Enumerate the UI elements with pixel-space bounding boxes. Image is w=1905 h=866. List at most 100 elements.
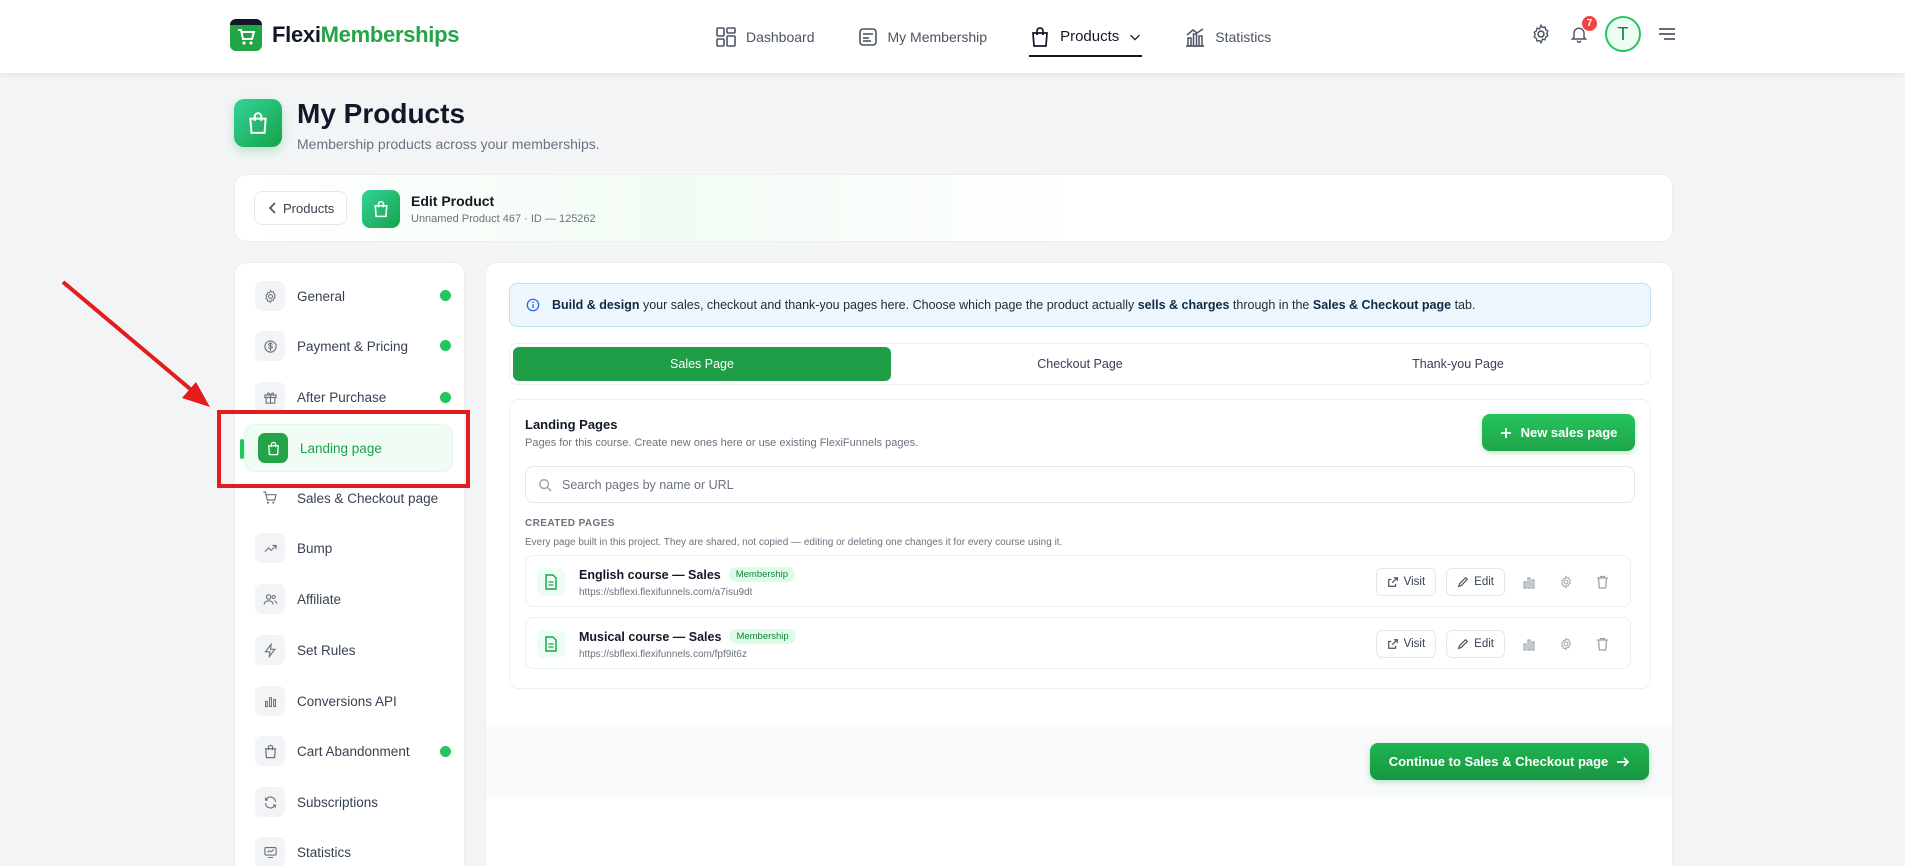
delete-button[interactable]: [1589, 630, 1616, 658]
complete-check-icon: [440, 290, 451, 301]
gear-icon: [255, 281, 285, 311]
nav-statistics-label: Statistics: [1215, 28, 1272, 45]
edit-button[interactable]: Edit: [1446, 630, 1505, 658]
complete-check-icon: [440, 340, 451, 351]
back-button-label: Products: [283, 200, 335, 216]
monitor-icon: [255, 837, 285, 866]
top-right-actions: 7 T: [1529, 16, 1679, 52]
new-sales-page-button[interactable]: New sales page: [1482, 414, 1635, 451]
trend-up-icon: [255, 533, 285, 563]
bar-chart-icon: [1522, 639, 1535, 651]
sidebar-item-general[interactable]: General: [255, 277, 471, 315]
back-to-products-button[interactable]: Products: [254, 191, 348, 225]
trash-icon: [1597, 637, 1608, 651]
page-subtitle: Membership products across your membersh…: [297, 136, 600, 152]
nav-my-membership[interactable]: My Membership: [857, 19, 988, 55]
tab-thank-you-page[interactable]: Thank-you Page: [1269, 347, 1647, 381]
external-link-icon: [1387, 639, 1398, 649]
shopping-bag-icon: [1032, 26, 1049, 47]
row-actions: Visit Edit: [1375, 630, 1616, 658]
chevron-down-icon: [1130, 34, 1141, 40]
search-input[interactable]: [562, 477, 1462, 492]
sidebar-item-label: Affiliate: [297, 591, 342, 607]
sidebar-item-label: Set Rules: [297, 642, 356, 658]
stats-button[interactable]: [1515, 630, 1542, 658]
landing-page-panel: Build & design your sales, checkout and …: [485, 262, 1673, 866]
sidebar-item-statistics[interactable]: Statistics: [255, 833, 471, 866]
tab-checkout-page[interactable]: Checkout Page: [891, 347, 1269, 381]
complete-check-icon: [440, 746, 451, 757]
nav-statistics[interactable]: Statistics: [1184, 19, 1271, 55]
plus-icon: [1500, 427, 1511, 438]
nav-dashboard[interactable]: Dashboard: [715, 19, 815, 55]
continue-button[interactable]: Continue to Sales & Checkout page: [1370, 743, 1649, 780]
gift-icon: [255, 382, 285, 412]
notifications-button[interactable]: 7: [1567, 16, 1597, 46]
user-avatar[interactable]: T: [1605, 16, 1641, 52]
bar-chart-icon: [1522, 577, 1535, 589]
sidebar-item-set-rules[interactable]: Set Rules: [255, 631, 471, 669]
shopping-bag-icon: [234, 99, 282, 147]
external-link-icon: [1387, 577, 1398, 587]
sidebar-item-cart-abandonment[interactable]: Cart Abandonment: [255, 732, 471, 770]
document-icon: [537, 568, 565, 596]
sidebar-item-label: Bump: [297, 540, 333, 556]
visit-button[interactable]: Visit: [1375, 568, 1437, 596]
nav-products[interactable]: Products: [1029, 19, 1143, 57]
sidebar-item-payment-pricing[interactable]: Payment & Pricing: [255, 327, 471, 365]
visit-button[interactable]: Visit: [1375, 630, 1437, 658]
hamburger-menu-icon: [1659, 28, 1675, 40]
edit-button[interactable]: Edit: [1446, 568, 1505, 596]
membership-badge: Membership: [729, 629, 796, 644]
info-banner-text: Build & design your sales, checkout and …: [552, 298, 1476, 312]
page-header: My Products Membership products across y…: [234, 99, 600, 152]
sidebar-item-bump[interactable]: Bump: [255, 529, 471, 567]
info-banner: Build & design your sales, checkout and …: [509, 283, 1651, 327]
product-settings-sidebar: General Payment & Pricing After Purchase…: [234, 262, 465, 866]
dollar-icon: [255, 331, 285, 361]
menu-button[interactable]: [1655, 22, 1679, 46]
continue-button-label: Continue to Sales & Checkout page: [1388, 754, 1609, 769]
page-url[interactable]: https://sbflexi.flexifunnels.com/fpf9it6…: [579, 649, 747, 660]
search-box: [525, 466, 1635, 503]
edit-product-title: Edit Product: [411, 193, 495, 209]
main-nav: Dashboard My Membership Products Statist…: [715, 0, 1313, 73]
users-icon: [255, 584, 285, 614]
complete-check-icon: [440, 392, 451, 403]
sidebar-item-label: Conversions API: [297, 693, 397, 709]
product-meta: Unnamed Product 467 · ID — 125262: [411, 213, 596, 225]
nav-products-label: Products: [1060, 28, 1120, 45]
sidebar-item-affiliate[interactable]: Affiliate: [255, 580, 471, 618]
sidebar-item-label: Statistics: [297, 844, 352, 860]
gear-icon: [1560, 575, 1571, 589]
landing-pages-subtitle: Pages for this course. Create new ones h…: [525, 437, 919, 449]
tab-sales-page[interactable]: Sales Page: [513, 347, 891, 381]
search-icon: [539, 478, 552, 492]
gear-icon: [1560, 637, 1571, 651]
delete-button[interactable]: [1589, 568, 1616, 596]
refresh-icon: [255, 787, 285, 817]
membership-badge: Membership: [728, 567, 795, 582]
settings-button[interactable]: [1529, 22, 1553, 46]
new-sales-page-label: New sales page: [1520, 425, 1618, 440]
nav-my-membership-label: My Membership: [887, 28, 988, 45]
page-title: My Products: [297, 98, 466, 129]
sidebar-item-subscriptions[interactable]: Subscriptions: [255, 783, 471, 821]
page-url[interactable]: https://sbflexi.flexifunnels.com/a7isu9d…: [579, 587, 752, 598]
row-actions: Visit Edit: [1375, 568, 1616, 596]
page-name: Musical course — Sales Membership: [579, 629, 796, 644]
brand-logo[interactable]: FlexiMemberships: [230, 19, 459, 51]
page-row: English course — Sales Membership https:/…: [525, 555, 1631, 607]
landing-pages-title: Landing Pages: [525, 417, 618, 432]
bag-icon: [255, 736, 285, 766]
page-settings-button[interactable]: [1552, 630, 1579, 658]
sidebar-item-conversions-api[interactable]: Conversions API: [255, 682, 471, 720]
sidebar-item-label: Subscriptions: [297, 794, 379, 810]
document-icon: [537, 630, 565, 658]
annotation-highlight-box: [217, 410, 470, 488]
page-settings-button[interactable]: [1552, 568, 1579, 596]
bar-chart-icon: [1186, 27, 1205, 47]
bar-chart-icon: [255, 686, 285, 716]
stats-button[interactable]: [1515, 568, 1542, 596]
page-type-tabs: Sales Page Checkout Page Thank-you Page: [509, 343, 1651, 385]
